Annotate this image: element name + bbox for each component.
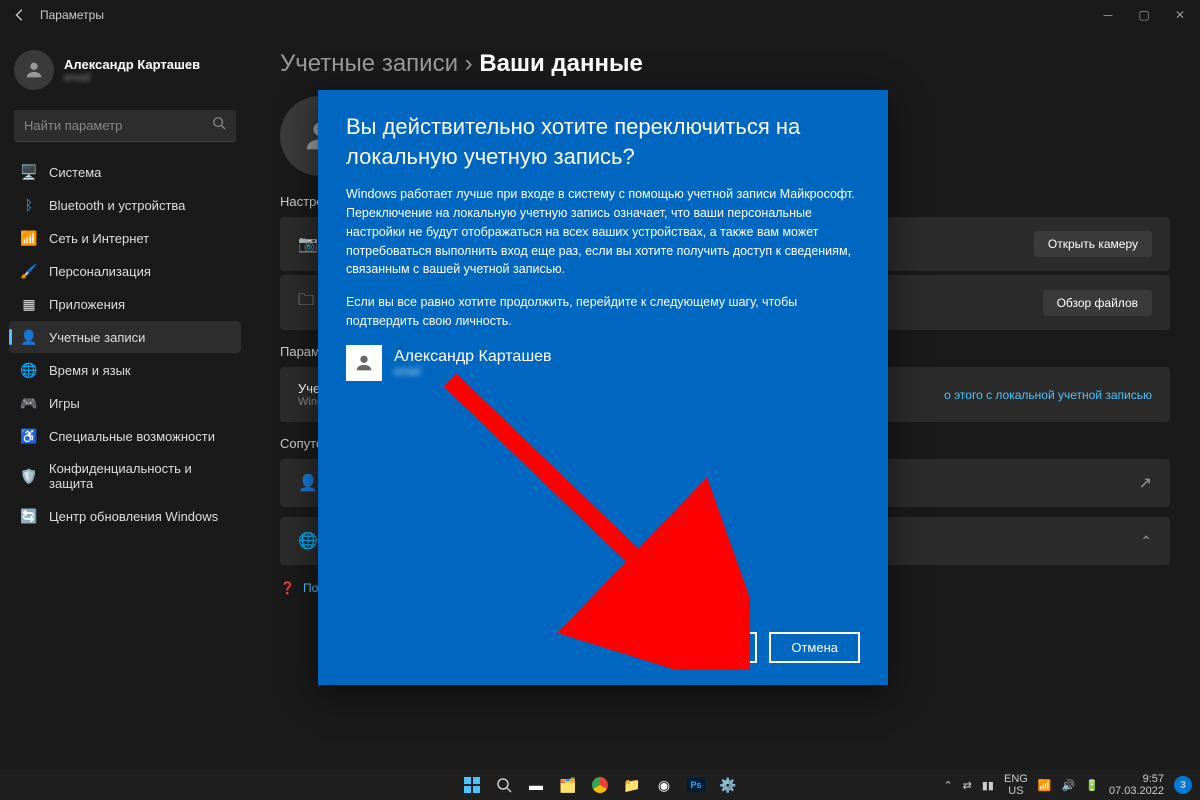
time-icon: 🌐 [21, 362, 37, 378]
notification-badge[interactable]: 3 [1174, 776, 1192, 794]
close-button[interactable]: ✕ [1168, 3, 1192, 27]
browse-files-button[interactable]: Обзор файлов [1043, 290, 1152, 316]
local-account-dialog: Вы действительно хотите переключиться на… [318, 90, 888, 685]
profile-sub: email [64, 72, 200, 84]
nav-time[interactable]: 🌐Время и язык [9, 354, 241, 386]
start-button[interactable] [460, 773, 484, 797]
local-account-link[interactable]: о этого с локальной учетной записью [944, 388, 1152, 402]
photoshop-icon[interactable]: Ps [684, 773, 708, 797]
avatar [14, 50, 54, 90]
tray-chevron-icon[interactable]: ⌃ [943, 779, 952, 792]
nav-personalization[interactable]: 🖌️Персонализация [9, 255, 241, 287]
profile-card[interactable]: Александр Карташев email [6, 42, 244, 98]
settings-icon[interactable]: ⚙️ [716, 773, 740, 797]
dialog-text-2: Если вы все равно хотите продолжить, пер… [346, 293, 860, 331]
explorer-icon[interactable]: 🗂️ [556, 773, 580, 797]
chrome-icon[interactable] [588, 773, 612, 797]
person-icon: 👤 [298, 473, 318, 493]
personalization-icon: 🖌️ [21, 263, 37, 279]
taskbar-search[interactable] [492, 773, 516, 797]
nav-update[interactable]: 🔄Центр обновления Windows [9, 500, 241, 532]
window-title: Параметры [40, 8, 1096, 22]
camera-icon: 📷 [298, 234, 318, 254]
breadcrumb: Учетные записи › Ваши данные [280, 50, 1170, 78]
search-icon [212, 116, 226, 135]
folder-icon: 🗀 [298, 289, 318, 316]
nav-network[interactable]: 📶Сеть и Интернет [9, 222, 241, 254]
task-view[interactable]: ▬ [524, 773, 548, 797]
nav-list: 🖥️Система ᛒBluetooth и устройства 📶Сеть … [6, 156, 244, 532]
dialog-user-sub: email [394, 366, 552, 378]
update-icon: 🔄 [21, 508, 37, 524]
cancel-button[interactable]: Отмена [769, 632, 860, 663]
back-button[interactable] [8, 3, 32, 27]
search-box[interactable] [14, 110, 236, 142]
folder-icon[interactable]: 📁 [620, 773, 644, 797]
next-button[interactable]: Далее [675, 632, 757, 663]
profile-name: Александр Карташев [64, 57, 200, 72]
maximize-button[interactable]: ▢ [1132, 3, 1156, 27]
open-camera-button[interactable]: Открыть камеру [1034, 231, 1152, 257]
taskbar: ▬ 🗂️ 📁 ◉ Ps ⚙️ ⌃ ⇄ ▮▮ ENG US 📶 🔊 🔋 9:57 … [0, 770, 1200, 800]
dialog-avatar [346, 345, 382, 381]
clock[interactable]: 9:57 07.03.2022 [1109, 773, 1164, 797]
dialog-title: Вы действительно хотите переключиться на… [346, 112, 860, 171]
nav-apps[interactable]: ▦Приложения [9, 288, 241, 320]
dialog-text-1: Windows работает лучше при входе в систе… [346, 185, 860, 279]
app-icon-1[interactable]: ◉ [652, 773, 676, 797]
nav-accessibility[interactable]: ♿Специальные возможности [9, 420, 241, 452]
accounts-icon: 👤 [21, 329, 37, 345]
external-icon: ↗ [1139, 473, 1152, 493]
nav-system[interactable]: 🖥️Система [9, 156, 241, 188]
language-indicator[interactable]: ENG US [1004, 773, 1028, 797]
tray-icon-1[interactable]: ⇄ [963, 779, 972, 792]
privacy-icon: 🛡️ [21, 468, 37, 484]
minimize-button[interactable]: ─ [1096, 3, 1120, 27]
battery-icon[interactable]: 🔋 [1085, 779, 1099, 792]
breadcrumb-current: Ваши данные [479, 50, 643, 77]
network-icon: 📶 [21, 230, 37, 246]
tray-icon-2[interactable]: ▮▮ [982, 779, 994, 792]
globe-icon: 🌐 [298, 531, 318, 551]
search-input[interactable] [24, 118, 212, 133]
system-icon: 🖥️ [21, 164, 37, 180]
apps-icon: ▦ [21, 296, 37, 312]
wifi-icon[interactable]: 📶 [1038, 779, 1052, 792]
volume-icon[interactable]: 🔊 [1062, 779, 1076, 792]
sidebar: Александр Карташев email 🖥️Система ᛒBlue… [0, 30, 250, 770]
bluetooth-icon: ᛒ [21, 197, 37, 213]
breadcrumb-parent[interactable]: Учетные записи [280, 50, 458, 77]
chevron-up-icon: ⌃ [1140, 533, 1152, 550]
gaming-icon: 🎮 [21, 395, 37, 411]
nav-accounts[interactable]: 👤Учетные записи [9, 321, 241, 353]
accessibility-icon: ♿ [21, 428, 37, 444]
nav-bluetooth[interactable]: ᛒBluetooth и устройства [9, 189, 241, 221]
dialog-user: Александр Карташев email [346, 345, 860, 381]
nav-privacy[interactable]: 🛡️Конфиденциальность и защита [9, 453, 241, 499]
dialog-user-name: Александр Карташев [394, 348, 552, 366]
nav-gaming[interactable]: 🎮Игры [9, 387, 241, 419]
help-icon: ❓ [280, 581, 295, 595]
titlebar: Параметры ─ ▢ ✕ [0, 0, 1200, 30]
